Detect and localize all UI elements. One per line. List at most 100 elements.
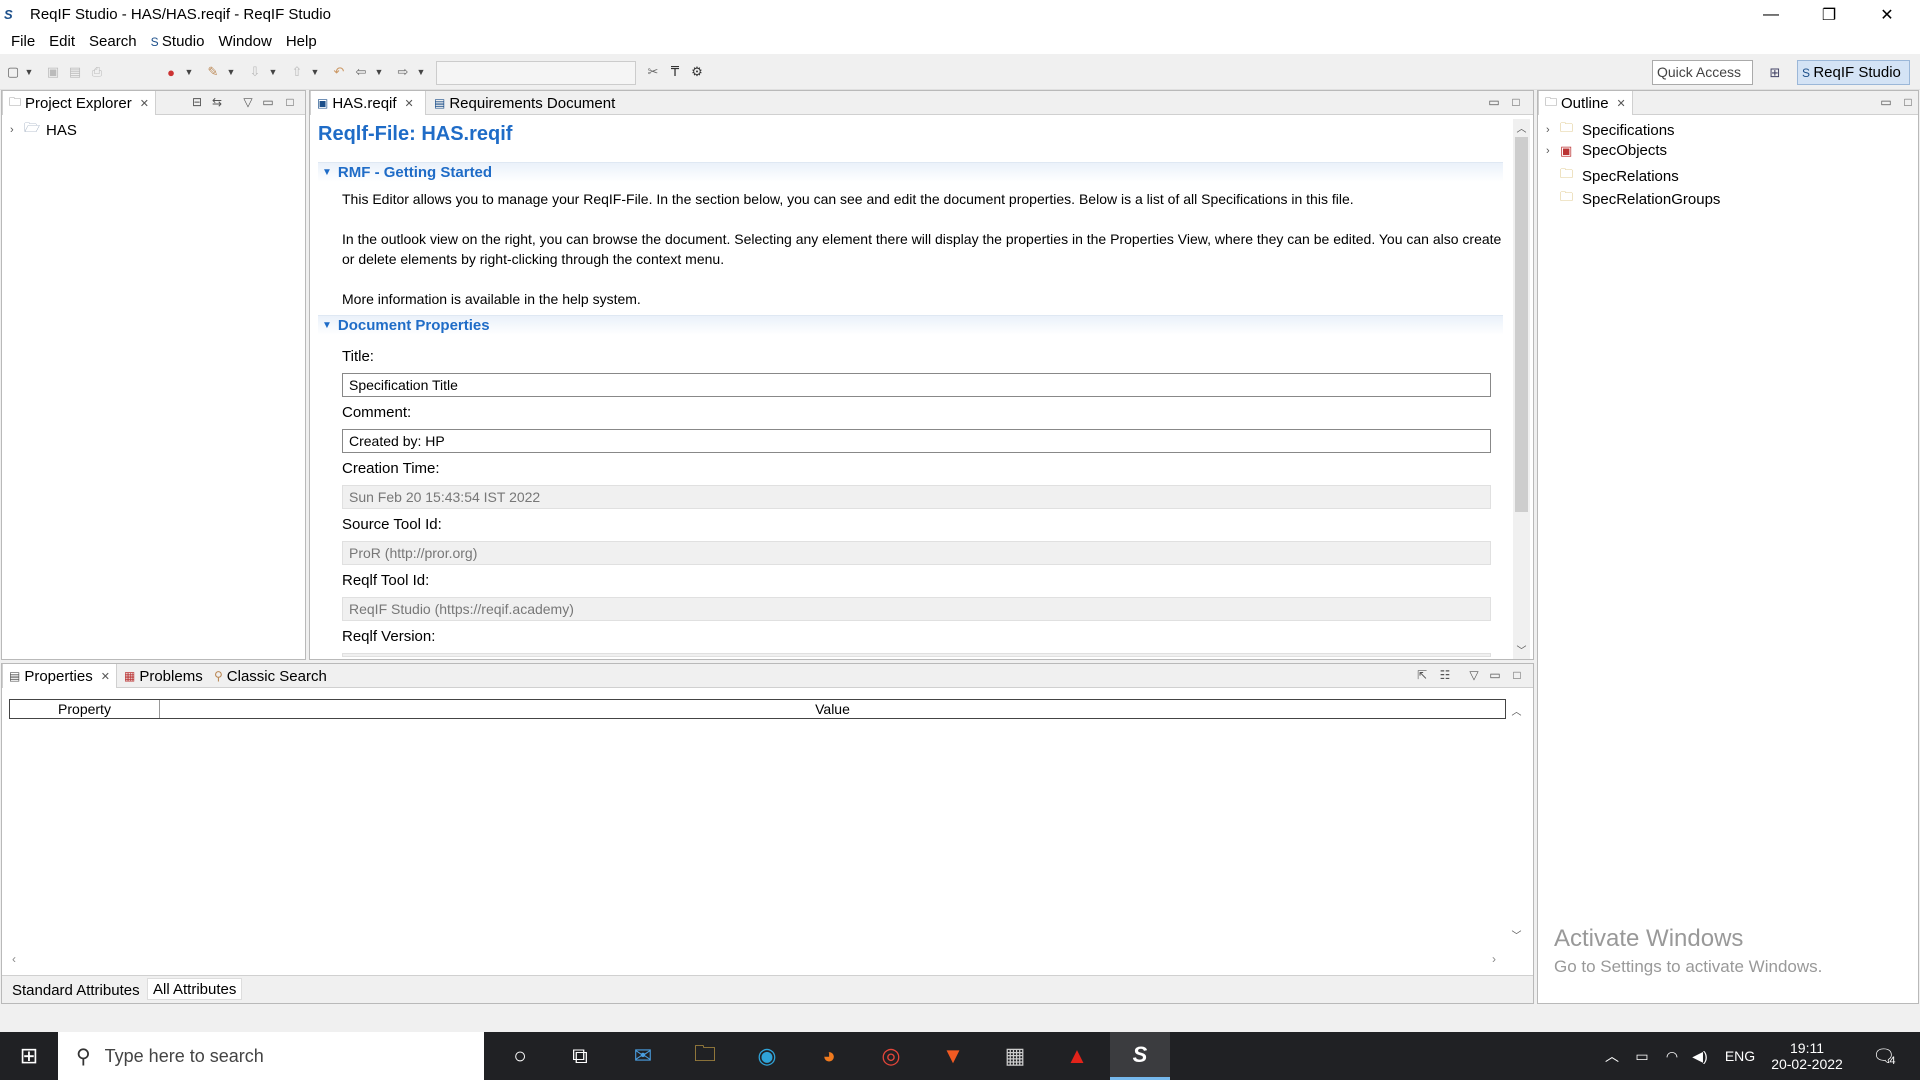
next-annotation-dropdown-icon[interactable]: ▼ <box>268 63 278 81</box>
section-getting-started[interactable]: ▼ RMF - Getting Started <box>318 162 1503 182</box>
acrobat-icon[interactable]: ▲ <box>1047 1032 1107 1080</box>
minimize-view-icon[interactable]: ▭ <box>260 93 276 111</box>
close-icon[interactable]: ✕ <box>1617 97 1626 110</box>
close-icon[interactable]: ✕ <box>405 97 414 110</box>
tab-requirements-document[interactable]: ▤ Requirements Document <box>428 91 621 115</box>
link-editor-icon[interactable]: ⇆ <box>209 93 225 111</box>
cortana-icon[interactable]: ○ <box>490 1032 550 1080</box>
wifi-icon[interactable]: ◠ <box>1658 1032 1686 1080</box>
next-annotation-icon[interactable]: ⇩ <box>246 63 264 81</box>
volume-icon[interactable]: ◀) <box>1686 1032 1714 1080</box>
comment-field[interactable]: Created by: HP <box>342 429 1491 453</box>
tab-project-explorer[interactable]: 🗀 Project Explorer ✕ <box>2 91 156 115</box>
tab-standard-attributes[interactable]: Standard Attributes <box>7 980 145 1002</box>
open-perspective-icon[interactable]: ⊞ <box>1762 60 1788 85</box>
taskbar-search-box[interactable]: ⚲ Type here to search <box>58 1032 484 1080</box>
mail-icon[interactable]: ✉ <box>613 1032 673 1080</box>
maximize-view-icon[interactable]: □ <box>282 93 298 111</box>
language-indicator[interactable]: ENG <box>1720 1032 1760 1080</box>
categories-icon[interactable]: ☷ <box>1437 666 1453 684</box>
format-icon[interactable]: ₸ <box>666 63 684 81</box>
tab-problems[interactable]: ▦ Problems <box>118 664 209 688</box>
outline-item-specifications[interactable]: › 🗀 Specifications <box>1546 119 1675 141</box>
last-edit-icon[interactable]: ↶ <box>330 63 348 81</box>
minimize-view-icon[interactable]: ▭ <box>1486 93 1502 111</box>
outline-item-specobjects[interactable]: › ▣ SpecObjects <box>1546 142 1667 159</box>
minimize-view-icon[interactable]: ▭ <box>1487 666 1503 684</box>
menu-edit[interactable]: Edit <box>42 33 82 50</box>
reqif-studio-perspective-button[interactable]: S ReqIF Studio <box>1797 60 1910 85</box>
tab-all-attributes[interactable]: All Attributes <box>147 978 243 1000</box>
prev-annotation-dropdown-icon[interactable]: ▼ <box>310 63 320 81</box>
properties-horizontal-scrollbar[interactable]: ‹ › <box>6 952 1506 969</box>
clock[interactable]: 19:11 20-02-2022 <box>1762 1032 1852 1080</box>
chevron-right-icon[interactable]: › <box>10 124 24 136</box>
section-document-properties[interactable]: ▼ Document Properties <box>318 315 1503 335</box>
editor-vertical-scrollbar[interactable]: ︿ ﹀ <box>1513 119 1530 659</box>
menu-window[interactable]: Window <box>211 33 278 50</box>
forward-dropdown-icon[interactable]: ▼ <box>416 63 426 81</box>
notifications-icon[interactable]: 🗨 4 <box>1862 1032 1906 1080</box>
restore-button[interactable]: ❐ <box>1800 0 1858 29</box>
prev-annotation-icon[interactable]: ⇧ <box>288 63 306 81</box>
task-view-icon[interactable]: ⧉ <box>550 1032 610 1080</box>
outline-item-specrelations[interactable]: 🗀 SpecRelations <box>1546 165 1679 187</box>
close-button[interactable]: ✕ <box>1858 0 1916 29</box>
firefox-icon[interactable]: ◕ <box>799 1032 859 1080</box>
filter-icon[interactable]: ⚙ <box>688 63 706 81</box>
menu-studio[interactable]: S Studio <box>144 33 212 50</box>
maximize-view-icon[interactable]: □ <box>1900 93 1916 111</box>
scroll-right-icon[interactable]: › <box>1492 952 1496 966</box>
toolbar-search-field[interactable] <box>436 61 636 85</box>
new-icon[interactable]: ▢ <box>4 63 22 81</box>
menu-search[interactable]: Search <box>82 33 144 50</box>
properties-vertical-scrollbar[interactable]: ︿ ﹀ <box>1508 702 1525 946</box>
quick-access-field[interactable]: Quick Access <box>1652 60 1753 85</box>
chevron-right-icon[interactable]: › <box>1546 145 1560 157</box>
run-dropdown-icon[interactable]: ▼ <box>184 63 194 81</box>
back-icon[interactable]: ⇦ <box>352 63 370 81</box>
scroll-down-icon[interactable]: ﹀ <box>1508 926 1525 943</box>
chevron-right-icon[interactable]: › <box>1546 124 1560 136</box>
tree-item-has[interactable]: › 🗁 HAS <box>10 119 77 141</box>
scroll-up-icon[interactable]: ︿ <box>1508 702 1525 719</box>
brave-icon[interactable]: ▼ <box>923 1032 983 1080</box>
minimize-button[interactable]: — <box>1742 0 1800 29</box>
back-dropdown-icon[interactable]: ▼ <box>374 63 384 81</box>
scrollbar-thumb[interactable] <box>1515 137 1528 512</box>
tab-classic-search[interactable]: ⚲ Classic Search <box>208 664 333 688</box>
scroll-down-icon[interactable]: ﹀ <box>1513 641 1530 658</box>
chevron-up-icon[interactable]: ︿ <box>1600 1032 1624 1080</box>
menu-file[interactable]: File <box>4 33 42 50</box>
minimize-view-icon[interactable]: ▭ <box>1878 93 1894 111</box>
run-icon[interactable]: ● <box>162 63 180 81</box>
menu-help[interactable]: Help <box>279 33 324 50</box>
tool-icon[interactable]: ✎ <box>204 63 222 81</box>
new-dropdown-icon[interactable]: ▼ <box>24 63 34 81</box>
view-menu-icon[interactable]: ▽ <box>240 93 256 111</box>
print-icon[interactable]: ⎙ <box>88 63 106 81</box>
battery-icon[interactable]: ▭ <box>1628 1032 1656 1080</box>
edge-icon[interactable]: ◉ <box>737 1032 797 1080</box>
pin-icon[interactable]: ⇱ <box>1414 666 1430 684</box>
column-header-value[interactable]: Value <box>160 700 1505 718</box>
forward-icon[interactable]: ⇨ <box>394 63 412 81</box>
scroll-left-icon[interactable]: ‹ <box>12 952 16 966</box>
title-field[interactable]: Specification Title <box>342 373 1491 397</box>
scroll-up-icon[interactable]: ︿ <box>1513 119 1530 136</box>
view-menu-icon[interactable]: ▽ <box>1466 666 1482 684</box>
save-icon[interactable]: ▣ <box>44 63 62 81</box>
tab-has-reqif[interactable]: ▣ HAS.reqif ✕ <box>310 91 426 115</box>
maximize-view-icon[interactable]: □ <box>1509 666 1525 684</box>
collapse-all-icon[interactable]: ⊟ <box>189 93 205 111</box>
tab-outline[interactable]: 🗀 Outline ✕ <box>1538 91 1633 115</box>
chrome-icon[interactable]: ◎ <box>861 1032 921 1080</box>
column-header-property[interactable]: Property <box>10 700 160 718</box>
outline-item-specrelationgroups[interactable]: 🗀 SpecRelationGroups <box>1546 188 1720 210</box>
chevron-down-icon[interactable]: ▼ <box>322 320 332 331</box>
scissors-icon[interactable]: ✂ <box>644 63 662 81</box>
tool-dropdown-icon[interactable]: ▼ <box>226 63 236 81</box>
reqif-studio-taskbar-icon[interactable]: S <box>1110 1032 1170 1080</box>
close-icon[interactable]: ✕ <box>101 670 110 683</box>
chevron-down-icon[interactable]: ▼ <box>322 167 332 178</box>
